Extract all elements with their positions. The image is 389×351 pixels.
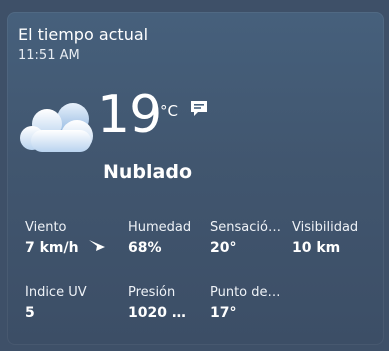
metric-label-visibility: Visibilidad [292, 220, 359, 235]
metric-label-humidity: Humedad [128, 220, 192, 235]
metric-value-pressure: 1020 m… [128, 305, 200, 321]
metric-value-wind: 7 km/h [25, 240, 79, 256]
metric-value-uv-index: 5 [25, 305, 35, 321]
chat-icon[interactable] [189, 100, 209, 118]
wind-direction-icon [89, 240, 105, 251]
cloud-icon [20, 103, 93, 152]
metric-value-visibility: 10 km [292, 240, 341, 256]
metric-value-dew-point: 17° [210, 305, 237, 321]
temperature-unit[interactable]: °C [160, 102, 178, 120]
metric-value-feels-like: 20° [210, 240, 237, 256]
widget-title: El tiempo actual [18, 25, 149, 44]
weather-condition: Nublado [103, 161, 193, 183]
last-updated-time: 11:51 AM [18, 48, 80, 63]
current-temperature: 19 [97, 85, 162, 145]
metric-label-dew-point: Punto de… [210, 285, 281, 300]
metric-value-humidity: 68% [128, 240, 162, 256]
metric-label-uv-index: Índice UV [25, 285, 87, 300]
metric-label-pressure: Presión [128, 285, 176, 300]
metric-label-feels-like: Sensació… [210, 220, 281, 235]
metric-label-wind: Viento [25, 220, 67, 235]
